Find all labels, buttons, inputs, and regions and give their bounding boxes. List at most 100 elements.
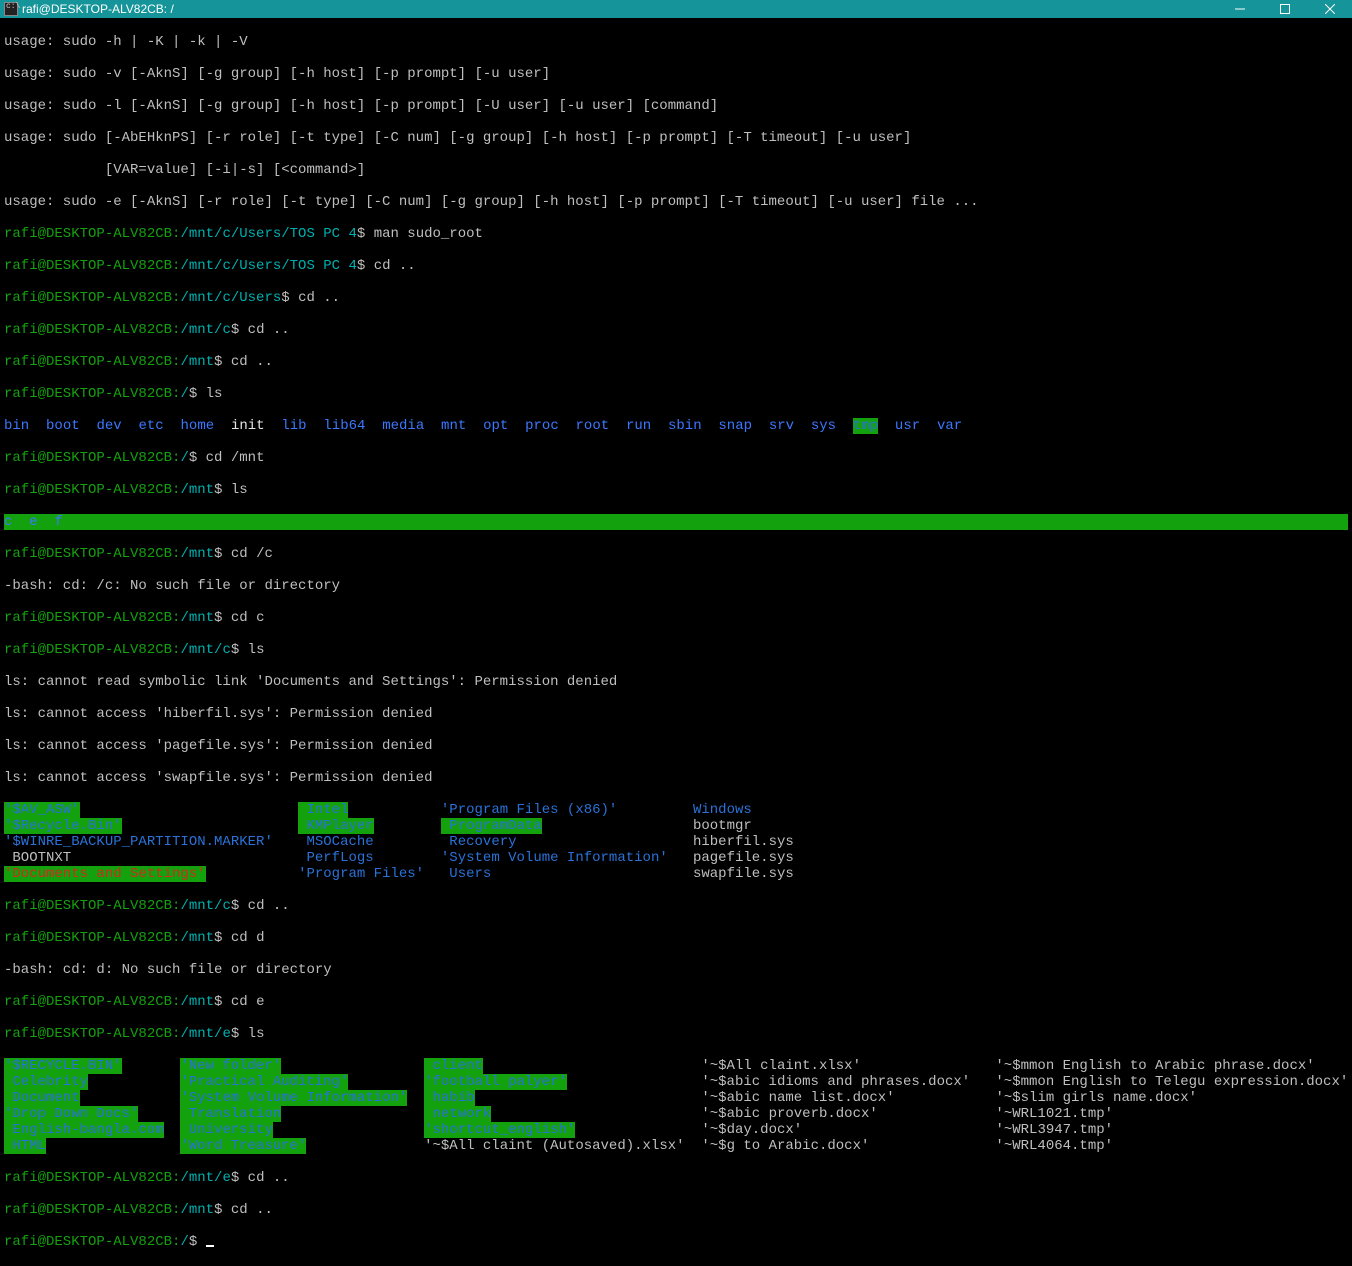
ls-e: '$RECYCLE.BIN' 'New folder' client '~$Al… (4, 1058, 1348, 1154)
list-item: '~$slim girls name.docx' (995, 1090, 1197, 1106)
current-prompt[interactable]: rafi@DESKTOP-ALV82CB:/$ (4, 1234, 1348, 1250)
list-item: 'System Volume Information' (180, 1090, 407, 1106)
list-item: '$Recycle.Bin' (4, 818, 122, 834)
error-output: -bash: cd: /c: No such file or directory (4, 578, 1348, 594)
list-item: Intel (298, 802, 348, 818)
window-title: rafi@DESKTOP-ALV82CB: / (22, 1, 174, 17)
ls-root: bin boot dev etc home init lib lib64 med… (4, 418, 1348, 434)
prompt-line: rafi@DESKTOP-ALV82CB:/mnt/c/Users/TOS PC… (4, 226, 1348, 242)
sudo-usage: usage: sudo -v [-AknS] [-g group] [-h ho… (4, 66, 1348, 82)
user-host: rafi@DESKTOP-ALV82CB (4, 226, 172, 242)
prompt-line: rafi@DESKTOP-ALV82CB:/mnt$ cd .. (4, 1202, 1348, 1218)
error-output: ls: cannot access 'hiberfil.sys': Permis… (4, 706, 1348, 722)
list-item: KMPlayer (298, 818, 374, 834)
window-controls (1217, 0, 1352, 18)
list-item: hiberfil.sys (685, 834, 794, 850)
list-item: '~$day.docx' (701, 1122, 802, 1138)
list-item: Document (4, 1090, 80, 1106)
list-item: Windows (685, 802, 752, 818)
sudo-usage: usage: sudo -l [-AknS] [-g group] [-h ho… (4, 98, 1348, 114)
title-bar: c:\ rafi@DESKTOP-ALV82CB: / (0, 0, 1352, 18)
prompt-line: rafi@DESKTOP-ALV82CB:/mnt/c$ cd .. (4, 898, 1348, 914)
error-output: ls: cannot access 'swapfile.sys': Permis… (4, 770, 1348, 786)
list-row: 'Documents and Settings' 'Program Files'… (4, 866, 1348, 882)
list-row: '$AV_ASW' Intel 'Program Files (x86)' Wi… (4, 802, 1348, 818)
list-row: '$RECYCLE.BIN' 'New folder' client '~$Al… (4, 1058, 1348, 1074)
list-item: '~WRL3947.tmp' (995, 1122, 1113, 1138)
list-item: Recovery (441, 834, 517, 850)
sudo-usage: usage: sudo -e [-AknS] [-r role] [-t typ… (4, 194, 1348, 210)
prompt-line: rafi@DESKTOP-ALV82CB:/mnt$ cd c (4, 610, 1348, 626)
prompt-line: rafi@DESKTOP-ALV82CB:/mnt/c$ cd .. (4, 322, 1348, 338)
list-item: Celebrity (4, 1074, 88, 1090)
list-item: '~WRL4064.tmp' (995, 1138, 1113, 1154)
list-item: '~$mmon English to Arabic phrase.docx' (995, 1058, 1314, 1074)
error-output: -bash: cd: d: No such file or directory (4, 962, 1348, 978)
prompt-line: rafi@DESKTOP-ALV82CB:/mnt$ cd /c (4, 546, 1348, 562)
prompt-line: rafi@DESKTOP-ALV82CB:/mnt$ ls (4, 482, 1348, 498)
list-item: 'Documents and Settings' (4, 866, 206, 882)
list-item: English-bangla.com (4, 1122, 164, 1138)
list-item: 'New folder' (180, 1058, 281, 1074)
list-item: MSOCache (298, 834, 374, 850)
list-item: 'Program Files' (298, 866, 424, 882)
list-item: bootmgr (685, 818, 752, 834)
list-item: 'Word Treasure' (180, 1138, 306, 1154)
sudo-usage: [VAR=value] [-i|-s] [<command>] (4, 162, 1348, 178)
prompt-line: rafi@DESKTOP-ALV82CB:/mnt$ cd e (4, 994, 1348, 1010)
list-item: 'Practical Auditing' (180, 1074, 348, 1090)
list-item: '~$All claint.xlsx' (701, 1058, 861, 1074)
list-item: Users (441, 866, 491, 882)
list-item: '$AV_ASW' (4, 802, 80, 818)
list-item: pagefile.sys (685, 850, 794, 866)
prompt-line: rafi@DESKTOP-ALV82CB:/mnt$ cd d (4, 930, 1348, 946)
prompt-line: rafi@DESKTOP-ALV82CB:/mnt/c/Users/TOS PC… (4, 258, 1348, 274)
list-item: client (424, 1058, 483, 1074)
list-item: '~$abic idioms and phrases.docx' (701, 1074, 970, 1090)
error-output: ls: cannot access 'pagefile.sys': Permis… (4, 738, 1348, 754)
list-item: 'Program Files (x86)' (441, 802, 617, 818)
minimize-button[interactable] (1217, 0, 1262, 18)
title-left: c:\ rafi@DESKTOP-ALV82CB: / (4, 1, 174, 17)
sudo-usage: usage: sudo -h | -K | -k | -V (4, 34, 1348, 50)
prompt-line: rafi@DESKTOP-ALV82CB:/mnt/e$ ls (4, 1026, 1348, 1042)
list-item: network (424, 1106, 491, 1122)
sudo-usage: usage: sudo [-AbEHknPS] [-r role] [-t ty… (4, 130, 1348, 146)
prompt-line: rafi@DESKTOP-ALV82CB:/$ cd /mnt (4, 450, 1348, 466)
list-item: BOOTNXT (4, 850, 71, 866)
list-item: '~$abic proverb.docx' (701, 1106, 877, 1122)
list-item: '~$g to Arabic.docx' (701, 1138, 869, 1154)
list-row: HTML 'Word Treasure' '~$All claint (Auto… (4, 1138, 1348, 1154)
terminal-icon: c:\ (4, 2, 18, 16)
error-output: ls: cannot read symbolic link 'Documents… (4, 674, 1348, 690)
list-item: 'shortcut_english' (424, 1122, 575, 1138)
list-item: swapfile.sys (685, 866, 794, 882)
prompt-line: rafi@DESKTOP-ALV82CB:/mnt/c$ ls (4, 642, 1348, 658)
list-item: '$WINRE_BACKUP_PARTITION.MARKER' (4, 834, 273, 850)
ls-c: '$AV_ASW' Intel 'Program Files (x86)' Wi… (4, 802, 1348, 882)
command: man sudo_root (374, 226, 483, 242)
cursor (206, 1245, 214, 1247)
list-item: PerfLogs (298, 850, 374, 866)
list-row: BOOTNXT PerfLogs 'System Volume Informat… (4, 850, 1348, 866)
close-button[interactable] (1307, 0, 1352, 18)
maximize-button[interactable] (1262, 0, 1307, 18)
list-item: University (180, 1122, 272, 1138)
prompt-line: rafi@DESKTOP-ALV82CB:/mnt/c/Users$ cd .. (4, 290, 1348, 306)
list-row: '$WINRE_BACKUP_PARTITION.MARKER' MSOCach… (4, 834, 1348, 850)
list-row: '$Recycle.Bin' KMPlayer ProgramData boot… (4, 818, 1348, 834)
list-row: Celebrity 'Practical Auditing' 'football… (4, 1074, 1348, 1090)
list-item: ProgramData (441, 818, 542, 834)
list-item: Translation (180, 1106, 281, 1122)
prompt-line: rafi@DESKTOP-ALV82CB:/$ ls (4, 386, 1348, 402)
list-row: English-bangla.com University 'shortcut_… (4, 1122, 1348, 1138)
list-item: '~WRL1021.tmp' (995, 1106, 1113, 1122)
list-item: HTML (4, 1138, 46, 1154)
cwd: /mnt/c/Users/TOS PC 4 (180, 226, 356, 242)
prompt-line: rafi@DESKTOP-ALV82CB:/mnt/e$ cd .. (4, 1170, 1348, 1186)
ls-mnt: c e f (4, 514, 1348, 530)
list-item: habib (424, 1090, 474, 1106)
list-item: 'System Volume Information' (441, 850, 668, 866)
list-row: 'Drop Down Docs' Translation network '~$… (4, 1106, 1348, 1122)
terminal-output[interactable]: usage: sudo -h | -K | -k | -V usage: sud… (0, 18, 1352, 1266)
